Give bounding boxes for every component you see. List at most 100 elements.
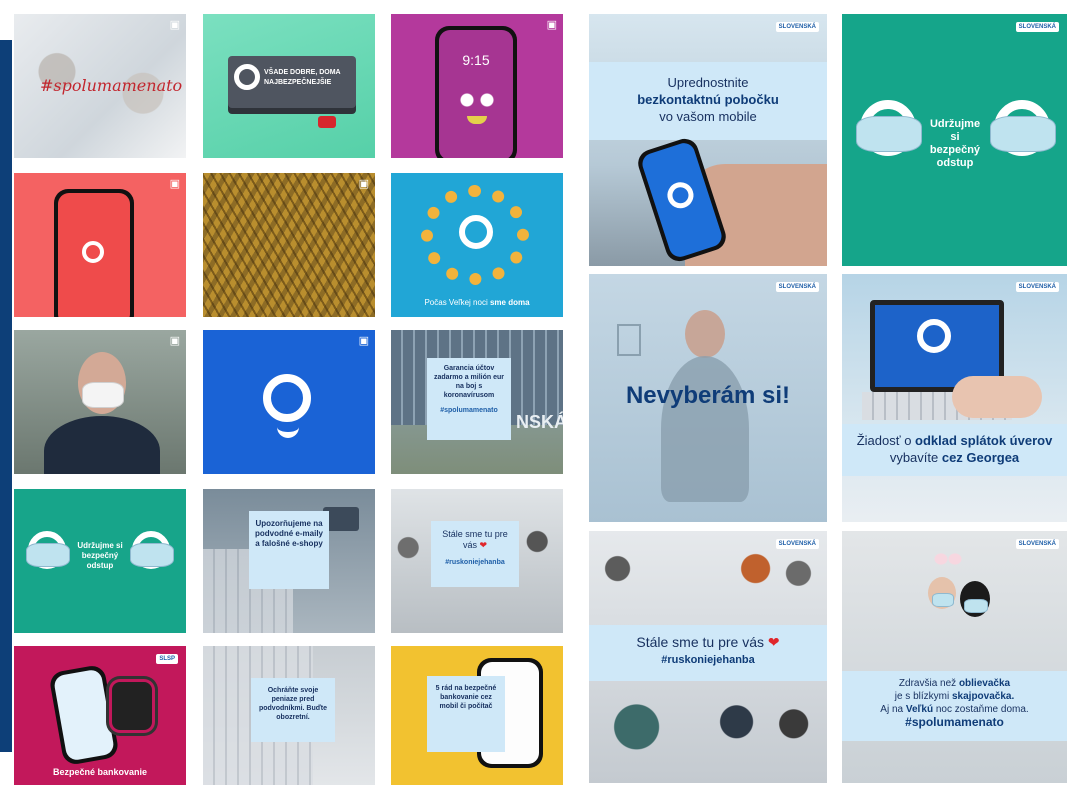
post-tile-safety-rules[interactable]: 5 rád na bezpečné bankovanie cez mobil č… [391,646,563,785]
phone-device [48,663,120,767]
post-tile-guarantee[interactable]: NSKÁ Garancia účtov zadarmo a milión eur… [391,330,563,474]
building-sign-text: NSKÁ [515,412,563,432]
red-chair [318,116,336,128]
easter-line1-plain: Zdravšia než [898,678,959,689]
guarantee-hashtag: #spolumamenato [440,407,498,414]
easter-line2-bold: skajpovačka. [951,691,1015,702]
easter-line1: Zdravšia než oblievačka [846,677,1063,690]
post-contactless-branch[interactable]: SLOVENSKÁ Uprednostnite bezkontaktnú pob… [589,14,827,266]
post-distance-large[interactable]: SLOVENSKÁ Udržujme si bezpečný odstup [842,14,1067,266]
easter-caption-box: Zdravšia než oblievačka je s blízkymi sk… [842,671,1067,741]
loan-line2-plain: vybavíte [889,450,942,465]
video-icon: ▣ [546,18,557,31]
george-logo-icon [82,241,104,263]
easter-caption-bold: sme doma [489,298,530,307]
george-logo-icon [234,64,260,90]
heart-icon: ❤ [767,634,780,650]
rules-text: 5 rád na bezpečné bankovanie cez mobil č… [435,685,497,710]
smartwatch-icon [112,682,152,730]
easter-hashtag: #spolumamenato [905,715,1004,729]
contactless-bold: bezkontaktnú pobočku [637,92,779,107]
george-logo-icon [263,374,311,422]
phone-time: 9:15 [462,52,490,68]
post-tile-easter-eggs[interactable]: Počas Veľkej noci sme doma [391,173,563,317]
distance-text: Udržujme si bezpečný odstup [77,541,123,570]
staff-photo-top [589,531,827,625]
hashtag-script-text: #spolumamenato [40,76,183,95]
face-mask [82,382,124,408]
brand-label: SLOVENSKÁ [1015,282,1059,292]
cartoon-eyes-icon [457,92,497,108]
post-tile-staff-small[interactable]: Stále sme tu pre vás ❤ #ruskoniejehanba [391,489,563,633]
nevyberam-si-text: Nevyberám si! [625,382,791,409]
post-nevyberam-si[interactable]: SLOVENSKÁ Nevyberám si! [589,274,827,522]
loan-line2-bold: cez Georgea [941,450,1020,465]
post-tile-distance[interactable]: Udržujme si bezpečný odstup [14,489,186,633]
post-staff-large[interactable]: SLOVENSKÁ Stále sme tu pre vás ❤ #ruskon… [589,531,827,783]
brand-label: SLOVENSKÁ [1015,22,1059,32]
george-logo-tail [277,422,299,438]
picture-frame [617,324,641,356]
post-tile-honeycomb-bees[interactable]: ▣ [203,173,375,317]
loan-caption-box: Žiadosť o odklad splátok úverov vybavíte… [842,424,1067,476]
easter-line1-bold: oblievačka [958,678,1011,689]
guarantee-text: Garancia účtov zadarmo a milión eur na b… [433,365,505,399]
post-tile-red-phone[interactable]: ▣ [14,173,186,317]
video-icon: ▣ [169,177,180,190]
brand-label: SLOVENSKÁ [1015,539,1059,549]
easter-line3-rest: noc zostaňme doma. [933,704,1029,715]
post-tile-phishing[interactable]: Upozorňujeme na podvodné e-maily a faloš… [203,489,375,633]
post-tile-sign-3d[interactable]: VŠADE DOBRE, DOMA NAJBEZPEČNEJŠIE [203,14,375,158]
post-tile-hashtag-video[interactable]: #spolumamenato ▣ [14,14,186,158]
easter-line3-plain: Aj na [880,704,906,715]
sign-text: VŠADE DOBRE, DOMA NAJBEZPEČNEJŠIE [264,69,341,86]
staff-caption-box-large: Stále sme tu pre vás ❤ #ruskoniejehanba [589,625,827,681]
man-hoodie [661,356,749,502]
bunny-ears-icon [934,541,962,577]
george-logo-icon [664,178,697,212]
man-head [685,310,725,358]
man-suit [44,416,160,474]
face-mask-child [932,593,954,607]
guarantee-caption-box: Garancia účtov zadarmo a milión eur na b… [427,358,511,440]
staff-large-text: Stále sme tu pre vás ❤ [593,633,823,651]
sign-board: VŠADE DOBRE, DOMA NAJBEZPEČNEJŠIE [228,56,356,108]
cartoon-mouth-icon [467,116,487,124]
video-icon: ▣ [358,177,369,190]
loan-line2: vybavíte cez Georgea [846,449,1063,466]
face-mask-left [26,543,70,567]
post-easter-skype[interactable]: SLOVENSKÁ Zdravšia než oblievačka je s b… [842,531,1067,783]
easter-caption-plain: Počas Veľkej noci [424,298,490,307]
staff-text: Stále sme tu pre vás ❤ [435,529,515,551]
staff-large-label: Stále sme tu pre vás [636,634,764,650]
heart-icon: ❤ [479,540,488,550]
video-icon: ▣ [169,334,180,347]
face-mask-right [130,543,174,567]
easter-line3-bold: Veľkú [905,704,934,715]
easter-caption: Počas Veľkej noci sme doma [391,298,563,307]
right-post-collage: SLOVENSKÁ Uprednostnite bezkontaktnú pob… [586,0,1069,785]
staff-text-label: Stále sme tu pre vás [442,529,508,550]
post-loan-deferral[interactable]: SLOVENSKÁ Žiadosť o odklad splátok úvero… [842,274,1067,522]
face-mask-left [856,116,922,152]
video-icon: ▣ [358,334,369,347]
brand-label: SLOVENSKÁ [775,282,819,292]
face-mask-right [990,116,1056,152]
loan-line1: Žiadosť o odklad splátok úverov [846,432,1063,449]
post-tile-man-mask-video[interactable]: ▣ [14,330,186,474]
contactless-line1: Uprednostnite [667,75,749,90]
staff-hashtag: #ruskoniejehanba [445,559,505,566]
george-logo-icon [917,319,951,353]
post-tile-safe-banking[interactable]: SLSP Bezpečné bankovanie [14,646,186,785]
scam-caption-box: Ochráňte svoje peniaze pred podvodníkmi.… [251,678,335,742]
video-icon: ▣ [169,18,180,31]
left-post-grid: #spolumamenato ▣ VŠADE DOBRE, DOMA NAJBE… [0,0,576,785]
post-tile-george-logo-video[interactable]: ▣ [203,330,375,474]
post-tile-phone-face[interactable]: 9:15 ▣ [391,14,563,158]
post-tile-scam-warning[interactable]: Ochráňte svoje peniaze pred podvodníkmi.… [203,646,375,785]
loan-line1-bold: odklad splátok úverov [915,433,1053,448]
easter-line2: je s blízkymi skajpovačka. [846,690,1063,703]
phishing-caption-box: Upozorňujeme na podvodné e-maily a faloš… [249,511,329,589]
staff-large-hashtag: #ruskoniejehanba [661,654,755,666]
brand-label: SLOVENSKÁ [775,22,819,32]
